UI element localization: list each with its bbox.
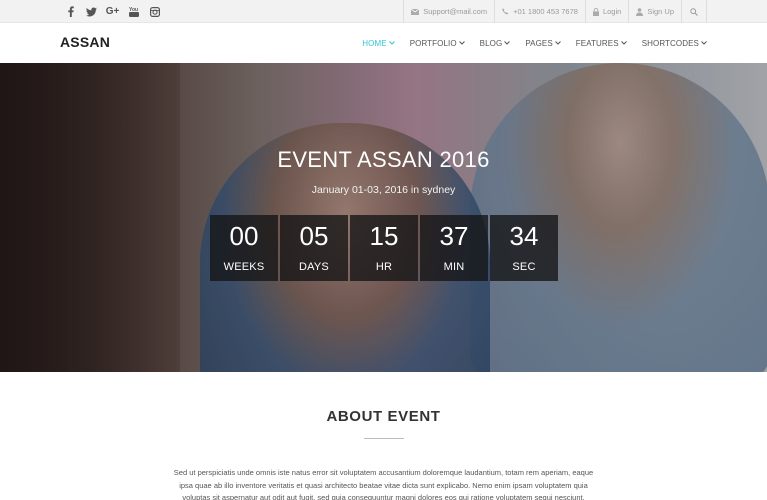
social-links: G+ You (60, 0, 165, 23)
support-phone: +01 1800 453 7678 (494, 0, 585, 23)
countdown-value: 34 (509, 221, 539, 251)
countdown-timer: 00 WEEKS 05 DAYS 15 HR 37 MIN 34 SEC (210, 215, 558, 281)
site-logo[interactable]: ASSAN (60, 34, 110, 50)
main-navbar: ASSAN HOME PORTFOLIO BLOG PAGES FEATURES… (0, 23, 767, 63)
main-menu: HOME PORTFOLIO BLOG PAGES FEATURES SHORT… (362, 23, 707, 63)
countdown-value: 00 (229, 221, 259, 251)
login-label: Login (602, 7, 622, 16)
heading-divider (364, 438, 404, 439)
chevron-down-icon (458, 41, 465, 45)
about-event-text: Sed ut perspiciatis unde omnis iste natu… (173, 468, 594, 500)
nav-home-label: HOME (362, 38, 387, 48)
search-button[interactable] (681, 0, 707, 23)
instagram-icon[interactable] (144, 0, 165, 23)
countdown-label: MIN (443, 261, 465, 273)
facebook-icon[interactable] (60, 0, 81, 23)
chevron-down-icon (554, 41, 561, 45)
about-event-heading: ABOUT EVENT (326, 408, 441, 425)
countdown-weeks: 00 WEEKS (210, 215, 278, 281)
countdown-seconds: 34 SEC (490, 215, 558, 281)
search-icon (690, 7, 698, 16)
countdown-label: DAYS (299, 261, 329, 273)
chevron-down-icon (620, 41, 627, 45)
event-date: January 01-03, 2016 in sydney (311, 184, 456, 196)
countdown-label: SEC (512, 261, 536, 273)
countdown-days: 05 DAYS (280, 215, 348, 281)
phone-icon (502, 8, 509, 15)
nav-portfolio-label: PORTFOLIO (409, 38, 457, 48)
login-link[interactable]: Login (584, 0, 628, 23)
countdown-value: 37 (439, 221, 469, 251)
user-icon (636, 7, 644, 16)
support-email-text: Support@mail.com (423, 7, 488, 16)
nav-pages[interactable]: PAGES (525, 38, 561, 48)
nav-blog[interactable]: BLOG (480, 39, 511, 48)
countdown-value: 15 (369, 221, 399, 251)
nav-shortcodes[interactable]: SHORTCODES (642, 39, 707, 48)
countdown-label: HR (375, 261, 393, 273)
lock-icon (592, 7, 599, 16)
event-title: EVENT ASSAN 2016 (277, 147, 490, 172)
youtube-icon[interactable]: You (123, 0, 144, 23)
chevron-down-icon (701, 41, 707, 45)
top-bar: G+ You Support@mail.com +01 1800 453 767… (0, 0, 767, 23)
hero-banner: EVENT ASSAN 2016 January 01-03, 2016 in … (0, 63, 767, 372)
nav-features-label: FEATURES (575, 38, 619, 48)
google-plus-icon[interactable]: G+ (102, 0, 123, 23)
countdown-minutes: 37 MIN (420, 215, 488, 281)
nav-shortcodes-label: SHORTCODES (641, 38, 699, 48)
nav-blog-label: BLOG (479, 38, 503, 48)
chevron-down-icon (388, 41, 395, 45)
nav-pages-label: PAGES (525, 38, 553, 48)
countdown-hours: 15 HR (350, 215, 418, 281)
nav-features[interactable]: FEATURES (576, 39, 627, 48)
support-phone-text: +01 1800 453 7678 (513, 7, 578, 16)
envelope-icon (411, 8, 420, 15)
signup-label: Sign Up (647, 7, 674, 16)
countdown-label: WEEKS (223, 261, 265, 273)
nav-portfolio[interactable]: PORTFOLIO (410, 39, 465, 48)
signup-link[interactable]: Sign Up (628, 0, 681, 23)
support-email[interactable]: Support@mail.com (403, 0, 494, 23)
twitter-icon[interactable] (81, 0, 102, 23)
top-contact-bar: Support@mail.com +01 1800 453 7678 Login… (403, 0, 707, 23)
chevron-down-icon (504, 41, 511, 45)
nav-home[interactable]: HOME (362, 38, 395, 48)
countdown-value: 05 (299, 221, 329, 251)
